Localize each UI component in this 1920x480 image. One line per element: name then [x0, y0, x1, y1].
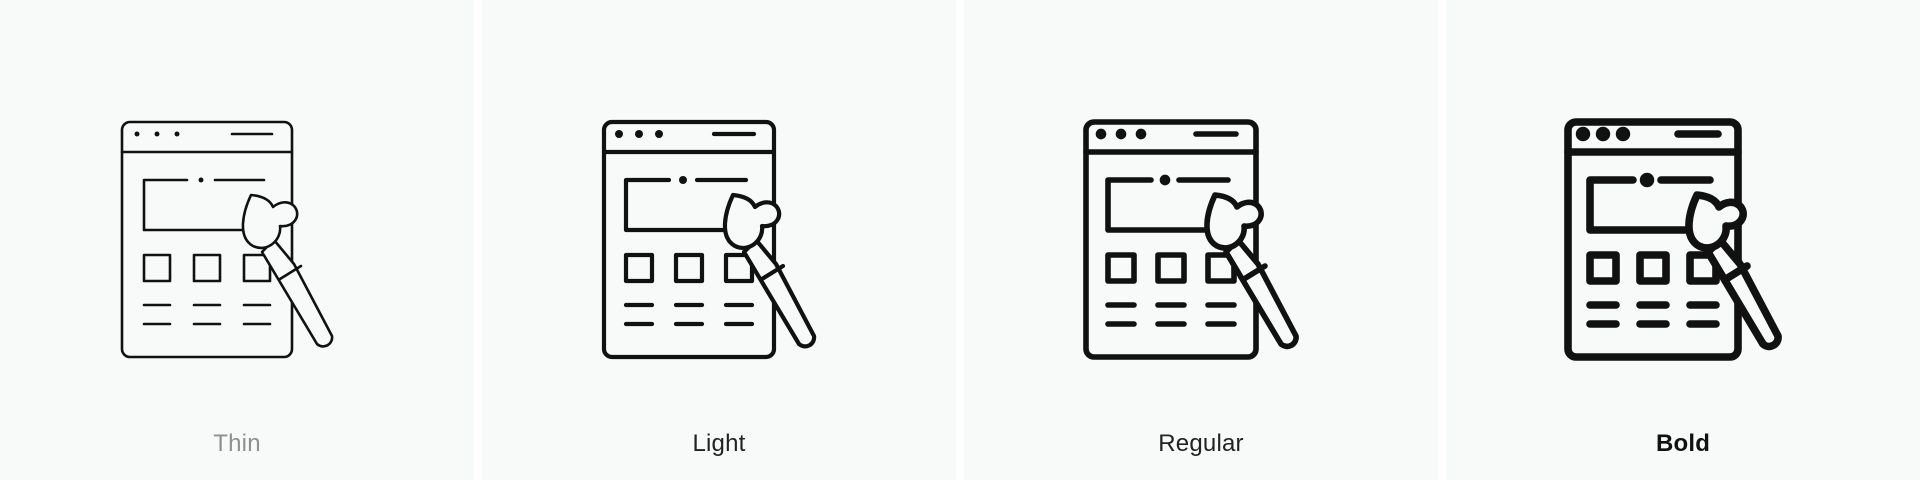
variant-panel-regular: Regular	[964, 0, 1438, 480]
web-design-brush-icon	[120, 120, 334, 359]
web-design-brush-icon	[1564, 118, 1782, 361]
variant-label: Thin	[213, 430, 261, 457]
variant-label: Light	[692, 430, 746, 457]
variant-panel-thin: Thin	[0, 0, 474, 480]
web-design-brush-icon	[601, 119, 817, 360]
variant-panel-light: Light	[482, 0, 956, 480]
web-design-brush-icon	[1083, 119, 1299, 360]
variant-label: Bold	[1655, 430, 1711, 457]
variant-panel-bold: Bold	[1446, 0, 1920, 480]
icon-variants-row: Thin Light Regular Bold	[0, 0, 1920, 480]
variant-label: Regular	[1158, 430, 1244, 457]
